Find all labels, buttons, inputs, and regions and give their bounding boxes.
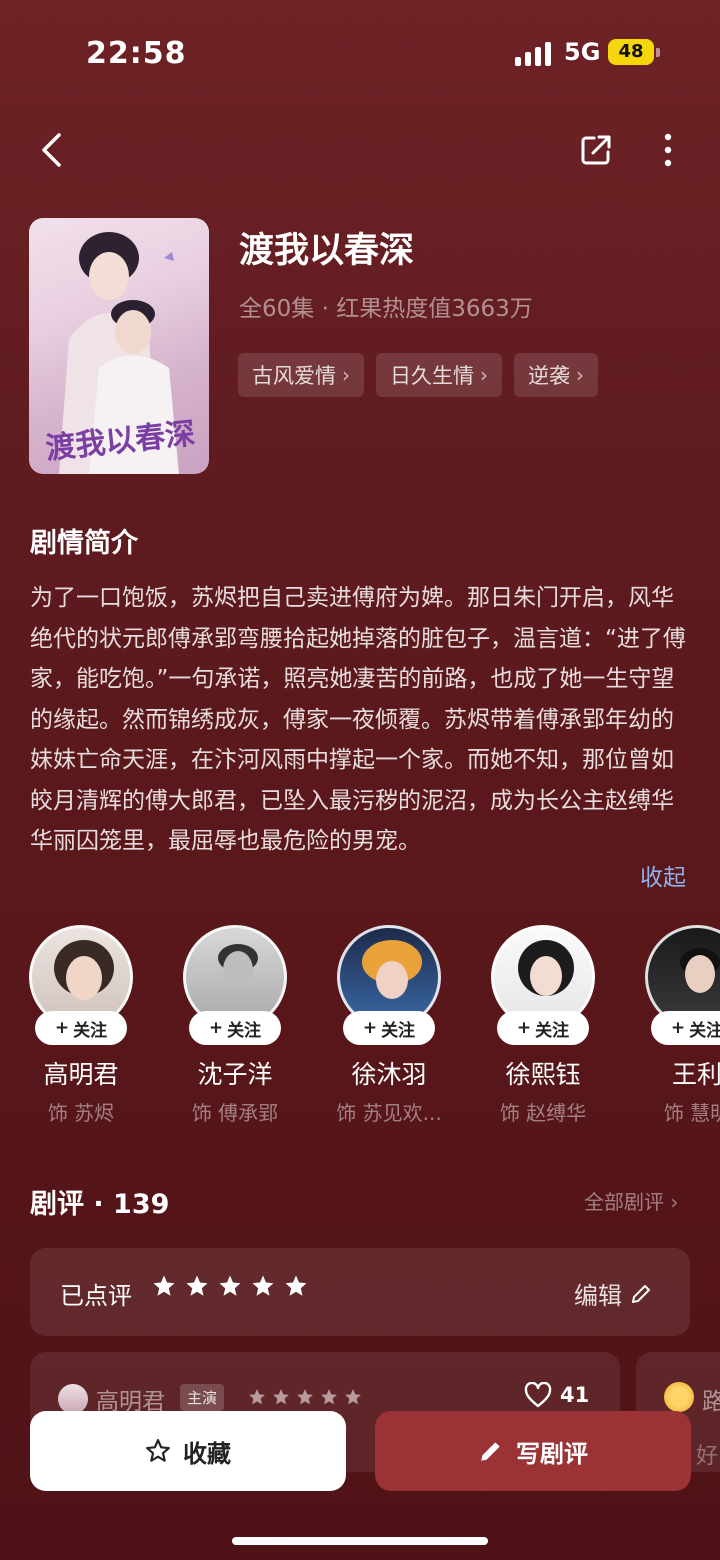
battery-icon: 48 [608,39,654,65]
avatar [58,1384,88,1414]
star-icon [345,1389,361,1405]
share-button[interactable] [574,128,618,172]
cast-role: 饰 傅承郢 [191,1101,279,1125]
chevron-right-icon: › [670,1190,679,1214]
review-snippet: 好 [696,1444,719,1469]
cast-name: 王利 [671,1060,720,1089]
write-label: 写剧评 [516,1439,588,1468]
edit-label: 编辑 [574,1282,622,1310]
medal-icon [664,1382,694,1412]
follow-label: 关注 [73,1020,108,1041]
follow-button[interactable]: + 关注 [343,1011,435,1045]
plus-icon: + [670,1018,686,1038]
tag-label: 日久生情 [390,364,474,388]
share-icon [581,135,611,165]
heart-icon [524,1382,552,1408]
role-badge: 主演 [180,1384,225,1411]
star-icon [321,1389,337,1405]
drama-poster[interactable]: 渡我以春深 [29,218,209,474]
tag-chip[interactable]: 逆袭 › [514,353,598,397]
cast-name: 沈子洋 [197,1060,273,1089]
follow-label: 关注 [381,1020,416,1041]
more-vertical-icon [664,133,672,167]
chevron-right-icon: › [480,363,488,387]
follow-label: 关注 [689,1020,720,1041]
cast-role: 饰 慧明 [663,1101,720,1125]
star-icon [285,1275,307,1296]
like-button[interactable]: 41 [524,1382,589,1408]
like-count: 41 [560,1383,590,1407]
favorite-label: 收藏 [183,1439,231,1468]
cast-name: 高明君 [43,1060,119,1089]
plus-icon: + [516,1018,532,1038]
network-label: 5G [564,38,601,66]
pencil-icon [632,1284,650,1303]
star-icon [297,1389,313,1405]
cast-member[interactable]: + 关注 徐熙钰 饰 赵缚华 [468,925,618,1126]
cast-role: 饰 赵缚华 [499,1101,587,1125]
pencil-icon [481,1442,500,1461]
edit-rating-button[interactable]: 编辑 [574,1276,652,1311]
cast-role: 饰 苏烬 [47,1101,115,1125]
chevron-right-icon: › [576,363,584,387]
chevron-left-icon [42,133,61,167]
tag-list: 古风爱情 › 日久生情 › 逆袭 › [238,353,598,397]
status-bar: 22:58 5G 48 [0,30,720,78]
plus-icon: + [54,1018,70,1038]
follow-button[interactable]: + 关注 [35,1011,127,1045]
chevron-right-icon: › [342,363,350,387]
back-button[interactable] [30,128,74,172]
synopsis-title: 剧情简介 [30,528,138,559]
tag-chip[interactable]: 古风爱情 › [238,353,364,397]
star-icon [219,1275,241,1296]
tag-chip[interactable]: 日久生情 › [376,353,502,397]
star-icon [153,1275,175,1296]
favorite-button[interactable]: 收藏 [30,1411,346,1491]
star-icon [186,1275,208,1296]
cast-member[interactable]: + 关注 高明君 饰 苏烬 [6,925,156,1126]
drama-title: 渡我以春深 [239,231,415,271]
home-indicator[interactable] [232,1537,488,1545]
cast-member[interactable]: +关注 王利 饰 慧明 [622,925,720,1126]
star-icon [252,1275,274,1296]
synopsis-text: 为了一口饱饭，苏烬把自己卖进傅府为婢。那日朱门开启，风华绝代的状元郎傅承郢弯腰拾… [30,585,686,854]
collapse-button[interactable]: 收起 [640,858,686,892]
cast-member[interactable]: + 关注 沈子洋 饰 傅承郢 [160,925,310,1126]
my-rating-card: 已点评 编辑 [30,1248,690,1336]
tag-label: 逆袭 [528,364,570,388]
rated-label: 已点评 [60,1282,132,1310]
review-stars [248,1388,362,1406]
cast-member[interactable]: + 关注 徐沐羽 饰 苏见欢... [314,925,464,1126]
reviews-title: 剧评 · 139 [30,1189,170,1220]
cast-role: 饰 苏见欢... [336,1101,442,1125]
all-reviews-label: 全部剧评 [584,1190,664,1214]
reviewer-name: 路 [702,1389,720,1415]
write-review-button[interactable]: 写剧评 [375,1411,691,1491]
plus-icon: + [208,1018,224,1038]
tag-label: 古风爱情 [252,364,336,388]
rating-stars [152,1274,308,1298]
all-reviews-link[interactable]: 全部剧评 › [584,1186,678,1215]
star-icon [273,1389,289,1405]
follow-button[interactable]: + 关注 [189,1011,281,1045]
star-outline-icon [146,1439,170,1462]
plus-icon: + [362,1018,378,1038]
status-time: 22:58 [86,36,187,71]
drama-meta: 全60集 · 红果热度值3663万 [239,296,533,322]
follow-label: 关注 [535,1020,570,1041]
more-button[interactable] [646,128,690,172]
cast-name: 徐沐羽 [351,1060,427,1089]
star-icon [249,1389,265,1405]
cast-name: 徐熙钰 [505,1060,581,1089]
follow-button[interactable]: + 关注 [651,1011,720,1045]
cast-list: + 关注 高明君 饰 苏烬 + 关注 沈子洋 饰 傅承郢 + 关注 徐沐羽 饰 苏见欢… [0,925,720,1130]
follow-button[interactable]: + 关注 [497,1011,589,1045]
follow-label: 关注 [227,1020,262,1041]
signal-icon [515,42,551,66]
battery-tip [656,48,660,57]
